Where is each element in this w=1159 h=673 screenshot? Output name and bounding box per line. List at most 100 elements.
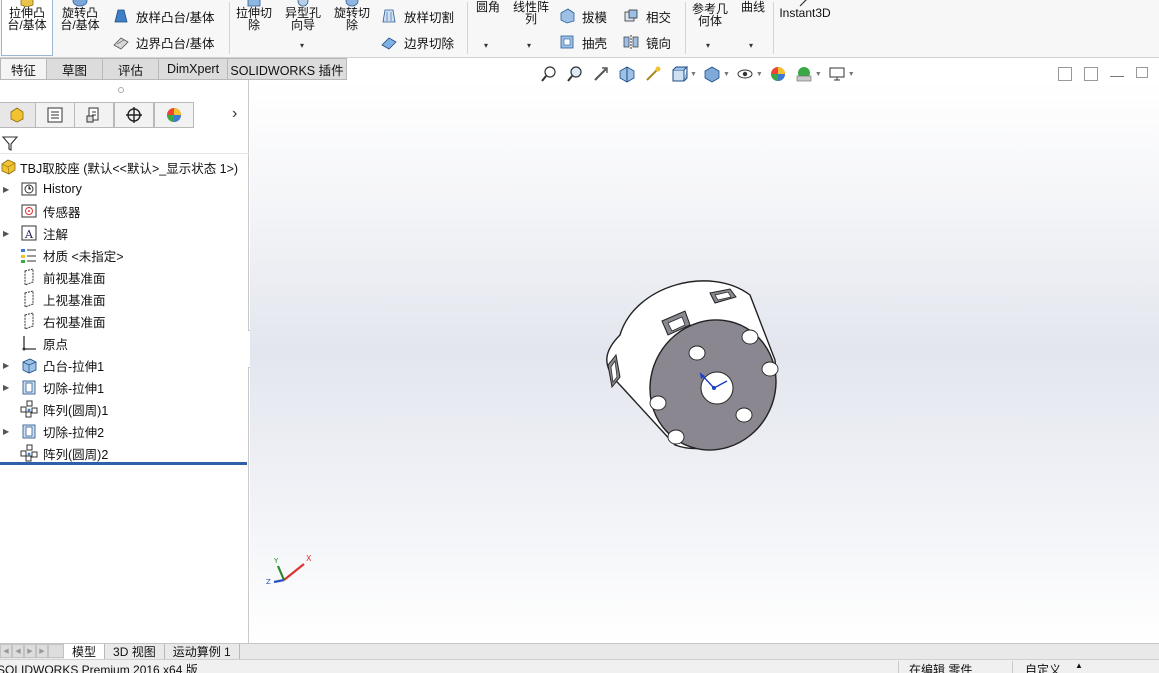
chevron-down-icon: ▾: [527, 41, 532, 50]
tab-sketch[interactable]: 草图: [47, 58, 103, 80]
previous-tab-icon[interactable]: ◀: [12, 644, 24, 658]
tab-display-manager[interactable]: [154, 102, 194, 128]
tree-item-label: 材质 <未指定>: [43, 249, 124, 264]
hole-wizard-button[interactable]: 异型孔向导 ▾: [281, 0, 325, 56]
chevron-down-icon[interactable]: ▼: [690, 71, 697, 78]
tab-solidworks-addins[interactable]: SOLIDWORKS 插件: [228, 58, 347, 80]
chevron-down-icon[interactable]: ▼: [815, 71, 822, 78]
zoom-to-fit-icon[interactable]: [540, 65, 558, 83]
extrude-boss-button[interactable]: 拉伸凸台/基体: [1, 0, 53, 56]
tab-3d-views[interactable]: 3D 视图: [105, 644, 165, 659]
apply-scene-icon[interactable]: [795, 65, 813, 83]
tree-item-top-plane[interactable]: 上视基准面: [0, 288, 249, 310]
edit-appearance-icon[interactable]: [769, 65, 787, 83]
linear-pattern-button[interactable]: 线性阵列 ▾: [509, 0, 553, 56]
reference-geometry-button[interactable]: 参考几何体 ▾: [689, 0, 731, 56]
chevron-down-icon[interactable]: ▼: [848, 71, 855, 78]
shell-button[interactable]: 抽壳: [558, 31, 607, 53]
tree-item-circular-pattern2[interactable]: 阵列(圆周)2: [0, 442, 249, 464]
tree-item-history[interactable]: ▶ History: [0, 178, 249, 200]
view-settings-icon[interactable]: [828, 65, 846, 83]
curves-button[interactable]: 曲线 ▾: [735, 0, 771, 56]
chevron-down-icon[interactable]: ▼: [756, 71, 763, 78]
tile-left-icon[interactable]: [1058, 67, 1072, 81]
boundary-cut-button[interactable]: 边界切除: [380, 31, 454, 53]
curves-label: 曲线: [740, 0, 765, 14]
section-view-icon[interactable]: [618, 65, 636, 83]
tab-feature-manager[interactable]: [0, 102, 37, 128]
cut-extrude-icon: [22, 424, 36, 439]
first-tab-icon[interactable]: ◀: [0, 644, 12, 658]
tab-features[interactable]: 特征: [0, 58, 47, 80]
tree-item-right-plane[interactable]: 右视基准面: [0, 310, 249, 332]
tab-property-manager[interactable]: [35, 102, 75, 128]
part-model[interactable]: [590, 265, 790, 465]
extrude-cut-label: 拉伸切除: [235, 6, 272, 32]
dynamic-annotation-icon[interactable]: [644, 65, 662, 83]
extrude-cut-button[interactable]: 拉伸切除: [232, 0, 276, 56]
mirror-button[interactable]: 镜向: [622, 31, 671, 53]
view-orientation-icon[interactable]: [670, 65, 688, 83]
tab-dimxpert[interactable]: DimXpert: [159, 58, 228, 80]
status-bar: SOLIDWORKS Premium 2016 x64 版 在编辑 零件 自定义…: [0, 659, 1159, 673]
tab-configuration-manager[interactable]: [74, 102, 114, 128]
tree-item-boss-extrude1[interactable]: ▶ 凸台-拉伸1: [0, 354, 249, 376]
loft-boss-icon: [114, 9, 128, 23]
minimize-icon[interactable]: [1110, 67, 1124, 77]
loft-cut-icon: [382, 9, 396, 23]
tree-item-material[interactable]: 材质 <未指定>: [0, 244, 249, 266]
material-icon: [21, 249, 36, 263]
expand-arrow-icon[interactable]: ▶: [3, 185, 9, 194]
rollback-bar[interactable]: [0, 462, 247, 465]
tab-dimxpert-manager[interactable]: [114, 102, 154, 128]
previous-view-icon[interactable]: [592, 65, 610, 83]
panel-splitter-handle[interactable]: [118, 87, 124, 93]
tab-evaluate[interactable]: 评估: [103, 58, 159, 80]
filter-icon[interactable]: [1, 134, 19, 152]
loft-boss-button[interactable]: 放样凸台/基体: [112, 5, 214, 27]
expand-arrow-icon[interactable]: ▶: [3, 383, 9, 392]
loft-cut-button[interactable]: 放样切割: [380, 5, 454, 27]
tile-right-icon[interactable]: [1084, 67, 1098, 81]
revolve-boss-button[interactable]: 旋转凸台/基体: [56, 0, 104, 56]
tree-item-circular-pattern1[interactable]: 阵列(圆周)1: [0, 398, 249, 420]
tree-item-cut-extrude1[interactable]: ▶ 切除-拉伸1: [0, 376, 249, 398]
next-tab-icon[interactable]: ▶: [24, 644, 36, 658]
restore-icon[interactable]: [1136, 67, 1148, 78]
chevron-down-icon[interactable]: ▼: [723, 71, 730, 78]
tab-scroll-spacer: [48, 644, 64, 658]
plane-icon: [24, 290, 34, 308]
chevron-right-icon[interactable]: ›: [232, 105, 237, 123]
tree-item-cut-extrude2[interactable]: ▶ 切除-拉伸2: [0, 420, 249, 442]
loft-cut-label: 放样切割: [404, 10, 455, 25]
tab-model[interactable]: 模型: [64, 644, 106, 659]
intersect-button[interactable]: 相交: [622, 5, 671, 27]
chevron-up-icon[interactable]: ▲: [1075, 661, 1083, 670]
tree-root-part[interactable]: TBJ取胶座 (默认<<默认>_显示状态 1>): [0, 156, 249, 178]
chevron-down-icon: ▾: [300, 41, 305, 50]
draft-icon: [560, 8, 575, 24]
display-style-icon[interactable]: [703, 65, 721, 83]
tree-item-annotations[interactable]: ▶ A 注解: [0, 222, 249, 244]
fillet-button[interactable]: 圆角 ▾: [471, 0, 505, 56]
expand-arrow-icon[interactable]: ▶: [3, 229, 9, 238]
expand-arrow-icon[interactable]: ▶: [3, 427, 9, 436]
last-tab-icon[interactable]: ▶: [36, 644, 48, 658]
tree-item-front-plane[interactable]: 前视基准面: [0, 266, 249, 288]
instant3d-button[interactable]: Instant3D: [776, 0, 834, 56]
unit-system-selector[interactable]: 自定义: [1012, 661, 1061, 673]
zoom-to-area-icon[interactable]: [566, 65, 584, 83]
boundary-boss-label: 边界凸台/基体: [136, 36, 215, 51]
circular-pattern-icon: [20, 400, 38, 418]
revolve-cut-button[interactable]: 旋转切除: [330, 0, 374, 56]
hide-show-items-icon[interactable]: [736, 65, 754, 83]
tree-item-sensors[interactable]: 传感器: [0, 200, 249, 222]
boundary-boss-button[interactable]: 边界凸台/基体: [112, 31, 214, 53]
draft-button[interactable]: 拔模: [558, 5, 607, 27]
graphics-viewport[interactable]: X Y Z: [250, 80, 1159, 643]
configuration-manager-icon: [86, 107, 99, 123]
tab-motion-study[interactable]: 运动算例 1: [165, 644, 240, 659]
svg-text:A: A: [24, 228, 34, 241]
tree-item-origin[interactable]: 原点: [0, 332, 249, 354]
expand-arrow-icon[interactable]: ▶: [3, 361, 9, 370]
